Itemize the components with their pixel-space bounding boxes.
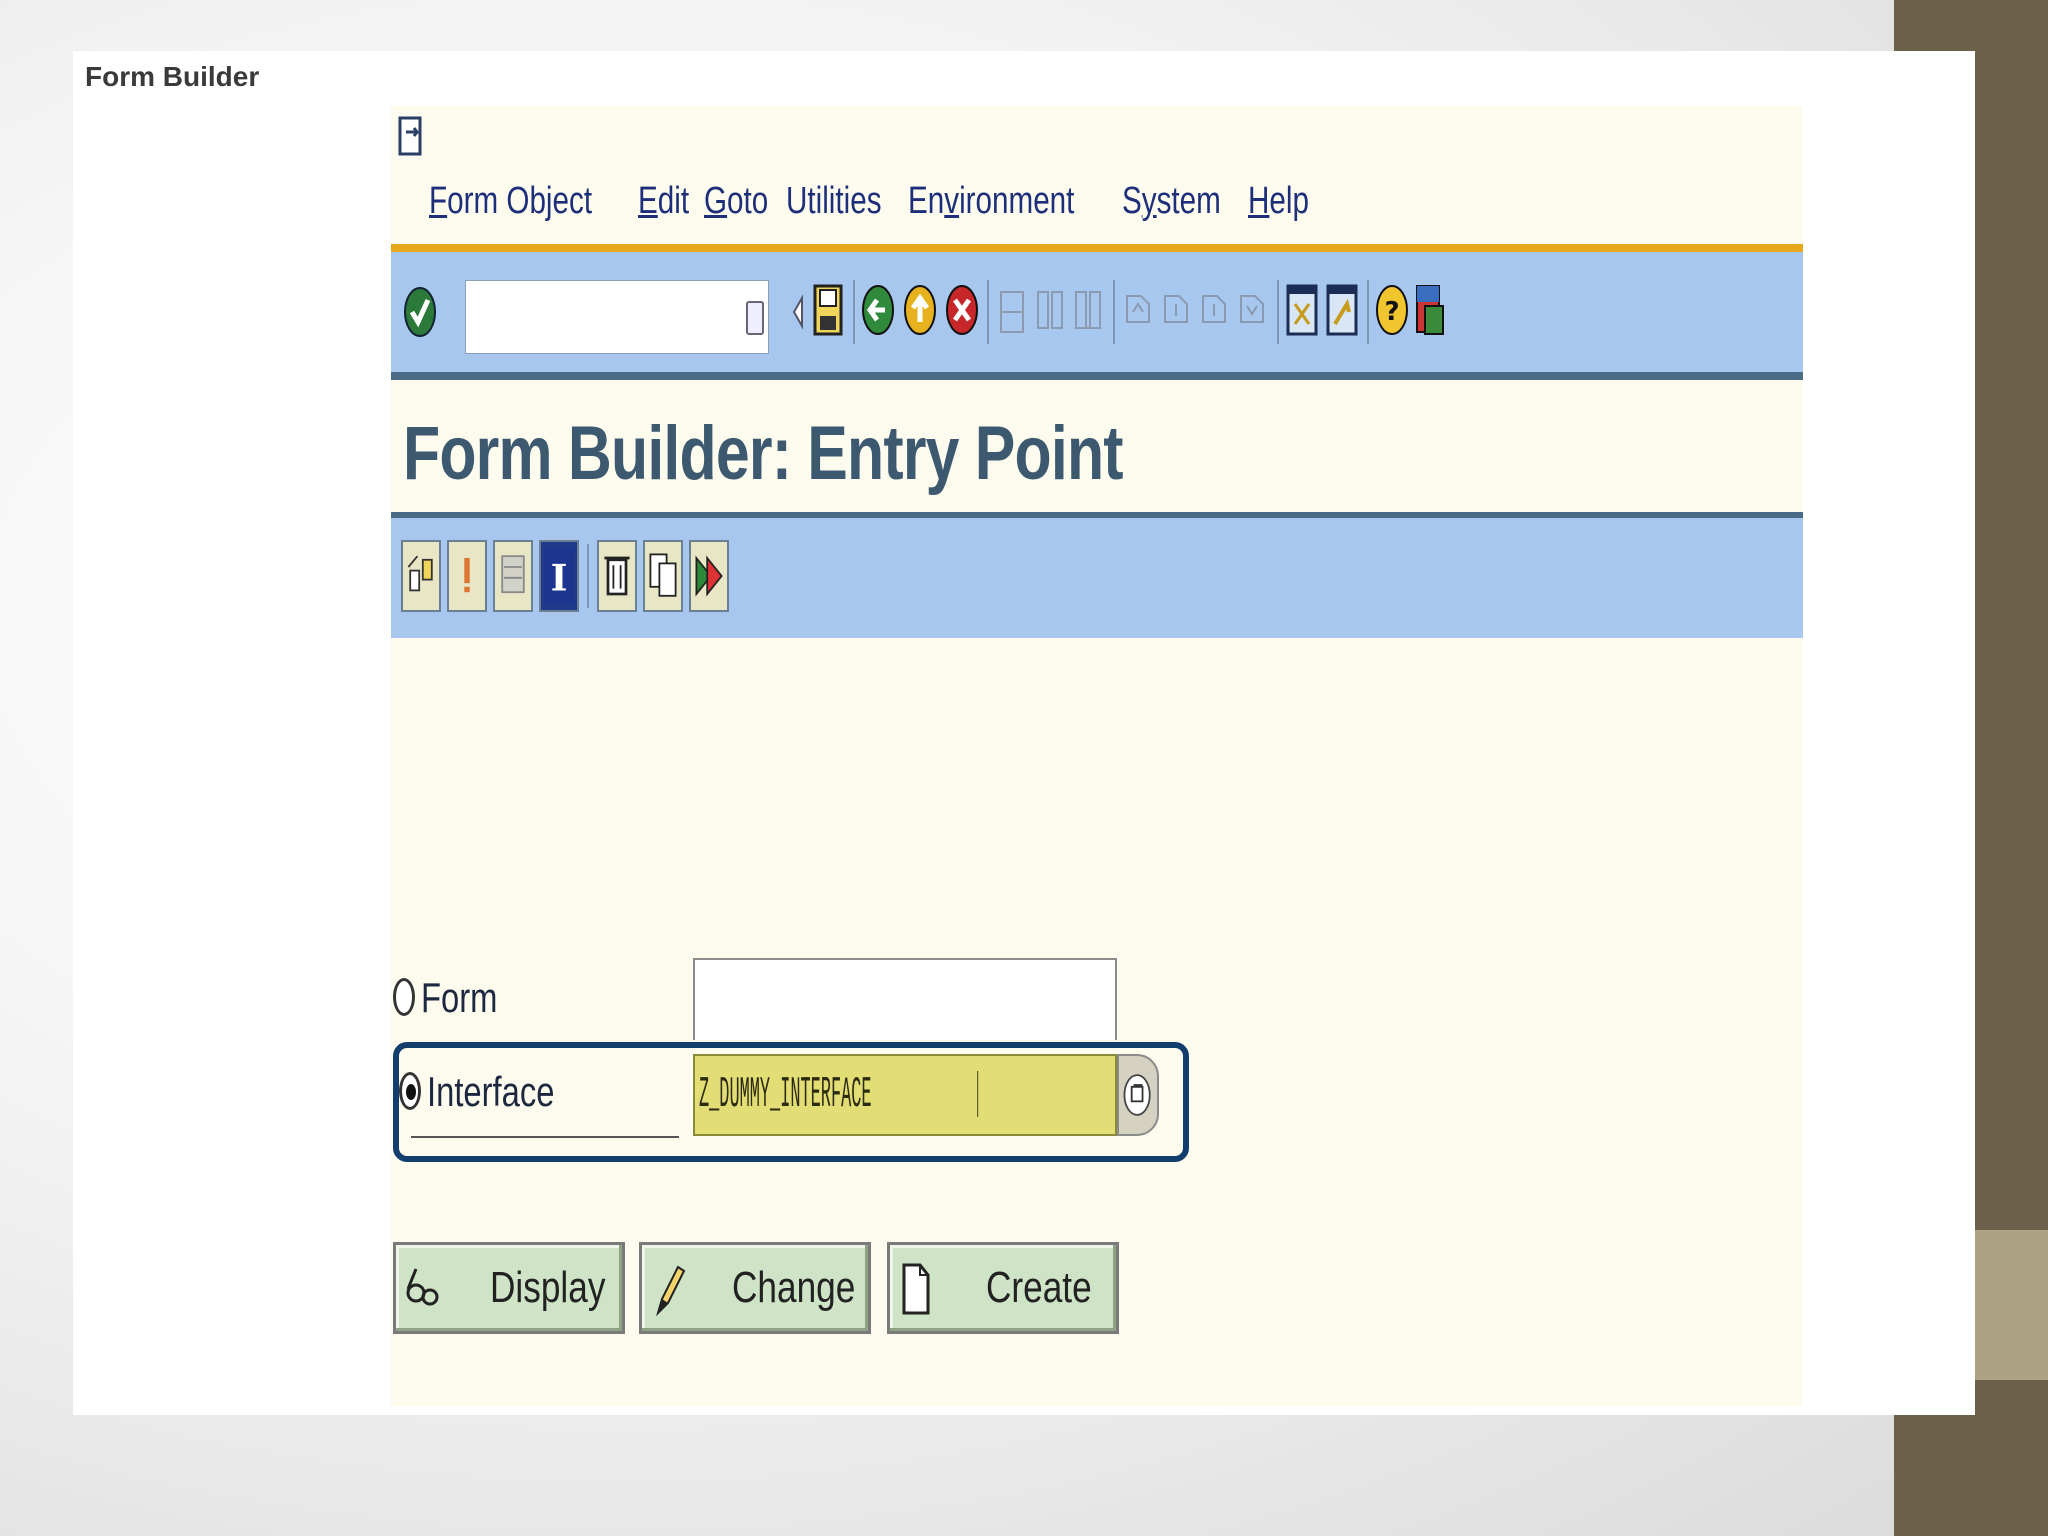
- decorative-accent: [1974, 1230, 2048, 1380]
- menu-edit[interactable]: Edit: [638, 180, 689, 223]
- enter-icon[interactable]: [403, 284, 437, 340]
- toolbar-border: [391, 372, 1803, 380]
- pencil-icon: [655, 1265, 686, 1317]
- new-document-icon: [902, 1263, 930, 1315]
- slide-title: Form Builder: [85, 61, 260, 92]
- radio-selected-dot: [406, 1084, 416, 1100]
- toolbar-separator: [587, 544, 589, 608]
- value-help-icon[interactable]: [1117, 1054, 1159, 1136]
- toolbar-separator: [987, 280, 989, 344]
- page-title: Form Builder: Entry Point: [403, 411, 1124, 496]
- shortcut-icon[interactable]: [1325, 282, 1359, 338]
- create-session-icon[interactable]: [1285, 282, 1319, 338]
- info-icon[interactable]: I: [539, 540, 579, 612]
- next-page-icon: [1202, 295, 1226, 323]
- interface-label: Interface: [427, 1068, 555, 1115]
- form-label: Form: [421, 974, 498, 1021]
- menu-environment[interactable]: Environment: [908, 180, 1074, 223]
- delete-icon[interactable]: [597, 540, 637, 612]
- display-button[interactable]: Display: [393, 1242, 625, 1334]
- change-button[interactable]: Change: [639, 1242, 871, 1334]
- interface-input[interactable]: Z_DUMMY_INTERFACE: [693, 1054, 1117, 1136]
- first-page-icon: [1126, 295, 1150, 323]
- activate-icon[interactable]: [493, 540, 533, 612]
- previous-page-icon: [1164, 295, 1188, 323]
- last-page-icon: [1240, 295, 1264, 323]
- interface-radio[interactable]: [399, 1072, 421, 1110]
- exit-icon[interactable]: [903, 282, 937, 338]
- menu-system[interactable]: System: [1122, 180, 1221, 223]
- save-icon[interactable]: [811, 282, 845, 338]
- form-radio[interactable]: [393, 978, 415, 1016]
- execute-icon[interactable]: [689, 540, 729, 612]
- toolbar-separator: [1277, 280, 1279, 344]
- back-arrow-icon[interactable]: [791, 284, 805, 340]
- form-input[interactable]: [693, 958, 1117, 1040]
- other-object-icon[interactable]: [401, 540, 441, 612]
- menu-help[interactable]: Help: [1248, 180, 1309, 223]
- toolbar-separator: [1113, 280, 1115, 344]
- svg-text:?: ?: [1384, 297, 1399, 327]
- toolbar-separator: [1367, 280, 1369, 344]
- help-icon[interactable]: ?: [1375, 282, 1409, 338]
- menu-bar: Form Object Edit Goto Utilities Environm…: [429, 176, 1309, 226]
- create-button[interactable]: Create: [887, 1242, 1119, 1334]
- create-button-label: Create: [986, 1263, 1092, 1312]
- find-icon: [1037, 291, 1063, 329]
- menu-utilities[interactable]: Utilities: [786, 180, 882, 223]
- menu-form-object[interactable]: Form Object: [429, 180, 592, 223]
- application-toolbar: I: [391, 518, 1803, 638]
- interface-input-value: Z_DUMMY_INTERFACE: [699, 1070, 979, 1120]
- print-icon: [1000, 291, 1024, 333]
- standard-toolbar: ?: [391, 252, 1803, 372]
- command-field[interactable]: [465, 280, 769, 354]
- back-icon[interactable]: [861, 282, 895, 338]
- display-button-label: Display: [490, 1263, 606, 1312]
- slide: Form Builder Form Object Edit Goto Utili…: [73, 51, 1975, 1415]
- change-button-label: Change: [732, 1263, 856, 1312]
- menu-divider: [391, 244, 1803, 252]
- interface-label-underline: [411, 1136, 679, 1138]
- glasses-icon: [406, 1268, 439, 1306]
- customize-layout-icon[interactable]: [1413, 282, 1447, 338]
- find-next-icon: [1075, 291, 1101, 329]
- command-dropdown-icon[interactable]: [746, 301, 764, 335]
- copy-icon[interactable]: [643, 540, 683, 612]
- cancel-icon[interactable]: [945, 282, 979, 338]
- toolbar-separator: [853, 280, 855, 344]
- svg-text:I: I: [551, 557, 568, 599]
- menu-goto[interactable]: Goto: [704, 180, 768, 223]
- system-menu-icon[interactable]: [397, 114, 425, 160]
- title-area: Form Builder: Entry Point: [391, 380, 1803, 510]
- sap-window: Form Object Edit Goto Utilities Environm…: [391, 106, 1803, 1406]
- check-icon[interactable]: [447, 540, 487, 612]
